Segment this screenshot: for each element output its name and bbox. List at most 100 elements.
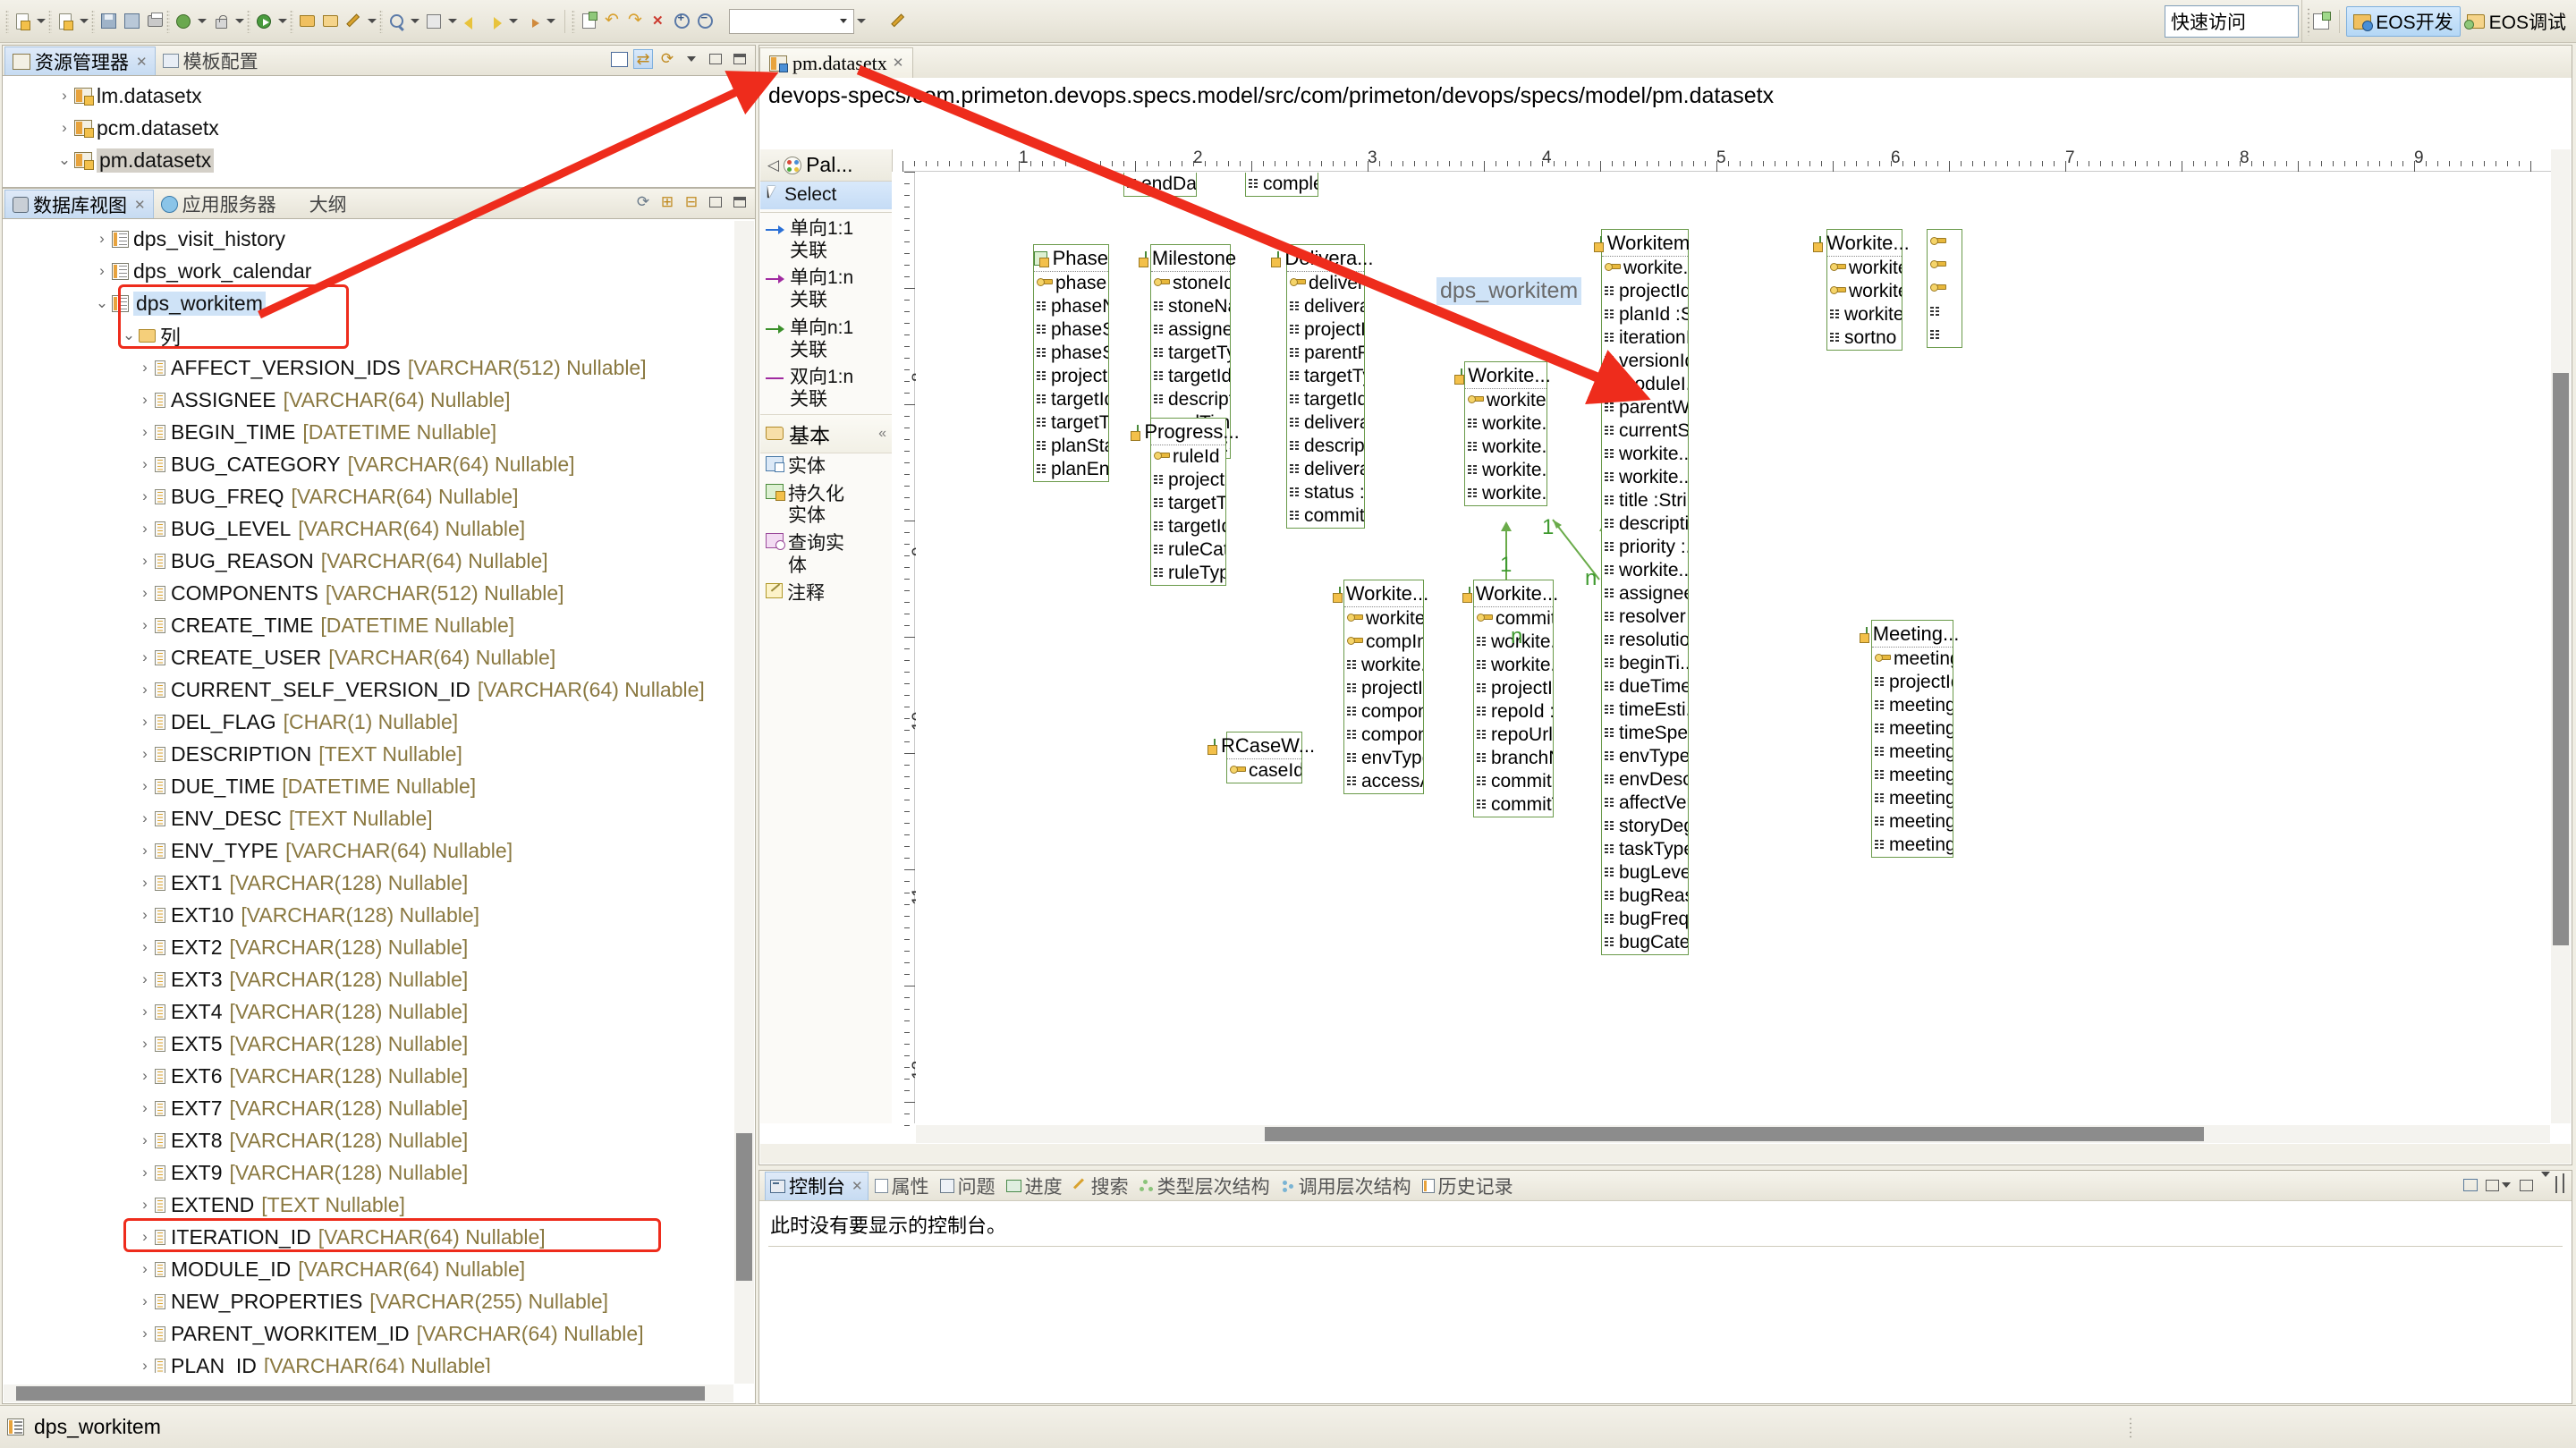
twisty-icon[interactable]: ›: [135, 713, 155, 731]
maximize-icon[interactable]: [2563, 1177, 2564, 1193]
twisty-icon[interactable]: ›: [135, 520, 155, 538]
column-row[interactable]: ›CREATE_TIME[DATETIME Nullable]: [3, 609, 755, 641]
entity-attribute[interactable]: beginTi...: [1602, 652, 1688, 675]
zoom-in-icon[interactable]: [670, 10, 693, 33]
console-tab-2[interactable]: 问题: [936, 1172, 1000, 1200]
entity-attribute[interactable]: descripti...: [1287, 435, 1364, 458]
forward-icon[interactable]: [483, 10, 506, 33]
entity-attribute[interactable]: [1928, 301, 1962, 324]
entity-attribute[interactable]: bugReas...: [1602, 885, 1688, 908]
close-icon[interactable]: ✕: [134, 197, 146, 213]
open-folder-icon[interactable]: [295, 10, 318, 33]
tab-resource-explorer[interactable]: 资源管理器 ✕: [4, 47, 156, 75]
twisty-icon[interactable]: ›: [135, 970, 155, 988]
twisty-icon[interactable]: ›: [135, 938, 155, 956]
entity-attribute[interactable]: iterationI...: [1602, 326, 1688, 350]
entity-attribute[interactable]: assignee ...: [1151, 318, 1230, 342]
twisty-icon[interactable]: ›: [135, 777, 155, 795]
entity-attribute[interactable]: meeting...: [1872, 741, 1953, 764]
console-tab-6[interactable]: 调用层次结构: [1276, 1172, 1416, 1200]
entity-box[interactable]: [1927, 229, 1962, 348]
entity-attribute[interactable]: [1928, 277, 1962, 301]
twisty-icon[interactable]: ›: [135, 842, 155, 859]
console-tab-1[interactable]: 属性: [870, 1172, 934, 1200]
entity-attribute[interactable]: workite...: [1827, 280, 1902, 303]
entity-attribute[interactable]: currentS...: [1602, 419, 1688, 443]
perspective-eos-debug[interactable]: EOS调试: [2461, 6, 2572, 37]
entity-attribute[interactable]: versionId...: [1602, 350, 1688, 373]
scrollbar-thumb[interactable]: [736, 1133, 752, 1281]
entity-attribute[interactable]: projectId...: [1602, 280, 1688, 303]
console-tab-7[interactable]: 历史记录: [1418, 1172, 1518, 1200]
print-icon[interactable]: [143, 10, 166, 33]
edit-icon[interactable]: [577, 10, 600, 33]
refresh-icon[interactable]: ⟳: [657, 49, 677, 69]
entity-attribute[interactable]: branchN...: [1474, 747, 1553, 770]
palette-tool-persistent-entity[interactable]: 持久化 实体: [760, 481, 892, 531]
add-icon[interactable]: ⊞: [657, 192, 677, 212]
column-row[interactable]: ›BUG_FREQ[VARCHAR(64) Nullable]: [3, 480, 755, 512]
tree-table-work-calendar[interactable]: › dps_work_calendar: [3, 255, 755, 287]
redo-icon[interactable]: [623, 10, 647, 33]
tab-app-server[interactable]: 应用服务器: [154, 190, 284, 218]
column-row[interactable]: ›PLAN_ID[VARCHAR(64) Nullable]: [3, 1350, 755, 1373]
twisty-icon[interactable]: ›: [135, 1164, 155, 1181]
twisty-icon[interactable]: ›: [135, 1003, 155, 1020]
editor-horizontal-scrollbar[interactable]: [916, 1125, 2550, 1143]
entity-attribute[interactable]: bugLevel...: [1602, 861, 1688, 885]
back-icon[interactable]: [460, 10, 483, 33]
view-menu-icon[interactable]: [2541, 1177, 2550, 1193]
zoom-out-icon[interactable]: [693, 10, 716, 33]
entity-box[interactable]: Workite...workite...workite...workite...…: [1464, 361, 1547, 506]
entity-box[interactable]: Progress...ruleId :S...projectId...targe…: [1150, 418, 1226, 586]
twisty-icon[interactable]: ›: [135, 648, 155, 666]
entity-attribute[interactable]: projectId...: [1474, 677, 1553, 700]
palette-tool-entity[interactable]: 实体: [760, 453, 892, 481]
column-row[interactable]: ›DESCRIPTION[TEXT Nullable]: [3, 738, 755, 770]
entity-attribute[interactable]: timeSpe...: [1602, 722, 1688, 745]
entity-attribute[interactable]: bugCate...: [1602, 931, 1688, 954]
column-row[interactable]: ›EXT4[VARCHAR(128) Nullable]: [3, 995, 755, 1028]
search-dropdown[interactable]: [408, 10, 422, 33]
entity-attribute[interactable]: ruleId :S...: [1151, 445, 1225, 469]
column-row[interactable]: ›EXT8[VARCHAR(128) Nullable]: [3, 1124, 755, 1156]
entity-attribute[interactable]: targetTy...: [1287, 365, 1364, 388]
entity-attribute[interactable]: deliverab...: [1287, 458, 1364, 481]
entity-attribute[interactable]: ruleType...: [1151, 562, 1225, 585]
entity-attribute[interactable]: accessAd...: [1344, 770, 1423, 793]
entity-attribute[interactable]: deliverab...: [1287, 295, 1364, 318]
pen-dropdown[interactable]: [365, 10, 379, 33]
entity-box[interactable]: Delivera...deliverab...deliverab...proje…: [1286, 244, 1365, 529]
entity-attribute[interactable]: workite...: [1602, 443, 1688, 466]
entity-attribute[interactable]: deliverab...: [1287, 272, 1364, 295]
entity-attribute[interactable]: phaseNa...: [1034, 295, 1108, 318]
palette-tool-uni-1-n[interactable]: 单向1:n 关联: [760, 265, 892, 315]
dbview-vertical-scrollbar[interactable]: [734, 221, 754, 1384]
close-icon[interactable]: ✕: [852, 1178, 863, 1194]
entity-attribute[interactable]: meeting...: [1872, 787, 1953, 810]
column-row[interactable]: ›AFFECT_VERSION_IDS[VARCHAR(512) Nullabl…: [3, 351, 755, 384]
entity-attribute[interactable]: repoId :...: [1474, 700, 1553, 724]
entity-attribute[interactable]: workite...: [1827, 303, 1902, 326]
person-dropdown[interactable]: [195, 10, 209, 33]
column-row[interactable]: ›CURRENT_SELF_VERSION_ID[VARCHAR(64) Nul…: [3, 673, 755, 706]
entity-attribute[interactable]: envDesc ...: [1602, 768, 1688, 792]
entity-attribute[interactable]: phaseSta...: [1034, 318, 1108, 342]
entity-attribute[interactable]: targetId ...: [1151, 365, 1230, 388]
column-row[interactable]: ›COMPONENTS[VARCHAR(512) Nullable]: [3, 577, 755, 609]
minimize-icon[interactable]: [706, 192, 725, 212]
entity-attribute[interactable]: moduleI...: [1602, 373, 1688, 396]
column-row[interactable]: ›EXT6[VARCHAR(128) Nullable]: [3, 1060, 755, 1092]
close-icon[interactable]: ✕: [893, 55, 904, 72]
toolbar-drag-handle-3[interactable]: [91, 10, 95, 33]
entity-attribute[interactable]: repoUrl :...: [1474, 724, 1553, 747]
palette-tool-uni-n-1[interactable]: 单向n:1 关联: [760, 315, 892, 365]
twisty-icon[interactable]: ›: [135, 1067, 155, 1085]
column-row[interactable]: ›DUE_TIME[DATETIME Nullable]: [3, 770, 755, 802]
column-row[interactable]: ›EXT1[VARCHAR(128) Nullable]: [3, 867, 755, 899]
entity-attribute[interactable]: workite...: [1602, 257, 1688, 280]
twisty-icon[interactable]: ›: [55, 119, 74, 137]
twisty-icon[interactable]: ⌄: [119, 326, 139, 344]
column-row[interactable]: ›ITERATION_ID[VARCHAR(64) Nullable]: [3, 1221, 755, 1253]
entity-attribute[interactable]: meeting...: [1872, 717, 1953, 741]
